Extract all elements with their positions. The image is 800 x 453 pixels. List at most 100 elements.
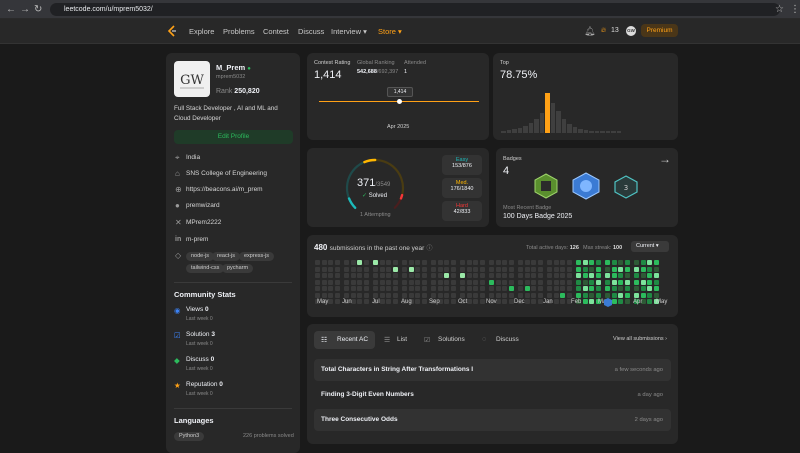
heatmap-cell[interactable] [508,279,514,285]
heatmap-cell[interactable] [589,299,594,304]
heatmap-cell[interactable] [531,292,536,298]
tab-list[interactable]: ☰ List [381,331,417,349]
heatmap-cell[interactable] [450,260,456,265]
heatmap-cell[interactable] [576,273,581,278]
heatmap-cell[interactable] [611,279,617,285]
heatmap-cell[interactable] [466,273,472,278]
heatmap-cell[interactable] [653,286,659,291]
heatmap-cell[interactable] [315,279,320,285]
heatmap-cell[interactable] [531,266,536,272]
heatmap-cell[interactable] [379,273,385,278]
heatmap-cell[interactable] [444,286,449,291]
heatmap-cell[interactable] [357,299,362,304]
heatmap-cell[interactable] [450,299,456,304]
heatmap-cell[interactable] [363,279,369,285]
heatmap-cell[interactable] [421,273,427,278]
heatmap-cell[interactable] [595,266,601,272]
heatmap-cell[interactable] [344,279,349,285]
heatmap-cell[interactable] [576,286,581,291]
heatmap-cell[interactable] [531,299,536,304]
histogram-bar[interactable] [572,127,577,133]
heatmap-cell[interactable] [479,286,485,291]
heatmap-cell[interactable] [431,292,436,298]
heatmap-cell[interactable] [560,273,565,278]
heatmap-cell[interactable] [611,286,617,291]
heatmap-cell[interactable] [363,273,369,278]
histogram-bar[interactable] [589,131,594,133]
heatmap-cell[interactable] [421,279,427,285]
heatmap-cell[interactable] [392,260,398,265]
heatmap-cell[interactable] [473,292,478,298]
heatmap-cell[interactable] [502,292,507,298]
heatmap-cell[interactable] [640,260,646,265]
streak-fire-icon[interactable]: 🔥︎ [601,27,606,35]
heatmap-cell[interactable] [589,260,594,265]
heatmap-cell[interactable] [421,286,427,291]
heatmap-cell[interactable] [460,260,465,265]
heatmap-cell[interactable] [524,292,530,298]
heatmap-cell[interactable] [634,273,639,278]
heatmap-cell[interactable] [605,292,610,298]
heatmap-cell[interactable] [473,299,478,304]
heatmap-cell[interactable] [618,292,623,298]
heatmap-cell[interactable] [350,279,356,285]
heatmap-cell[interactable] [363,286,369,291]
hard-box[interactable]: Hard 42/833 [442,201,482,221]
heatmap-cell[interactable] [489,279,494,285]
heatmap-cell[interactable] [489,260,494,265]
heatmap-cell[interactable] [321,279,327,285]
heatmap-cell[interactable] [508,292,514,298]
heatmap-cell[interactable] [595,292,601,298]
heatmap-cell[interactable] [444,292,449,298]
heatmap-cell[interactable] [479,266,485,272]
heatmap-cell[interactable] [408,292,414,298]
heatmap-cell[interactable] [373,273,378,278]
heatmap-cell[interactable] [518,266,523,272]
forward-icon[interactable]: → [20,4,30,15]
heatmap-cell[interactable] [379,286,385,291]
heatmap-cell[interactable] [415,266,420,272]
heatmap-cell[interactable] [634,260,639,265]
heatmap-cell[interactable] [386,286,391,291]
github-link[interactable]: premwizard [186,202,220,209]
heatmap-cell[interactable] [363,260,369,265]
heatmap-cell[interactable] [431,273,436,278]
heatmap-cell[interactable] [618,279,623,285]
heatmap-cell[interactable] [589,292,594,298]
heatmap-cell[interactable] [334,260,340,265]
histogram-bar[interactable] [567,124,572,133]
heatmap-cell[interactable] [460,286,465,291]
heatmap-cell[interactable] [647,286,652,291]
heatmap-cell[interactable] [344,292,349,298]
heatmap-cell[interactable] [444,260,449,265]
heatmap-cell[interactable] [460,266,465,272]
heatmap-cell[interactable] [524,266,530,272]
heatmap-cell[interactable] [634,266,639,272]
heatmap-cell[interactable] [531,279,536,285]
heatmap-cell[interactable] [582,299,588,304]
medium-box[interactable]: Med. 176/1840 [442,178,482,198]
heatmap-cell[interactable] [502,260,507,265]
heatmap-cell[interactable] [553,260,559,265]
heatmap-cell[interactable] [495,260,501,265]
heatmap-cell[interactable] [605,286,610,291]
histogram-bar[interactable] [512,129,517,133]
heatmap-cell[interactable] [537,286,543,291]
heatmap-cell[interactable] [315,273,320,278]
heatmap-cell[interactable] [357,286,362,291]
heatmap-cell[interactable] [321,260,327,265]
heatmap-cell[interactable] [386,266,391,272]
heatmap-cell[interactable] [611,292,617,298]
heatmap-cell[interactable] [582,279,588,285]
heatmap-cell[interactable] [582,286,588,291]
heatmap-cell[interactable] [634,292,639,298]
heatmap-cell[interactable] [408,279,414,285]
heatmap-cell[interactable] [647,299,652,304]
heatmap-cell[interactable] [408,266,414,272]
heatmap-cell[interactable] [624,266,630,272]
heatmap-cell[interactable] [421,266,427,272]
heatmap-cell[interactable] [437,279,443,285]
heatmap-cell[interactable] [357,273,362,278]
histogram-bar[interactable] [550,103,555,133]
edit-profile-button[interactable]: Edit Profile [174,130,293,144]
